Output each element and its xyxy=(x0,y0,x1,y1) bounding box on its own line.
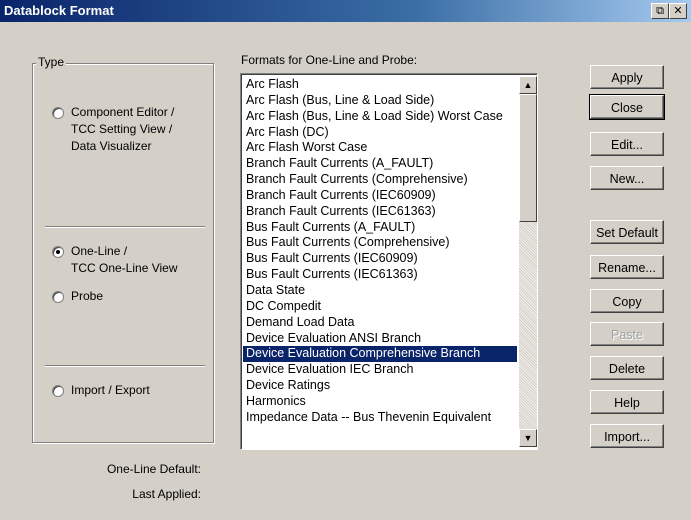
format-list-item[interactable]: Bus Fault Currents (IEC61363) xyxy=(243,267,517,283)
edit-button[interactable]: Edit... xyxy=(590,132,664,156)
format-list-item[interactable]: Device Evaluation ANSI Branch xyxy=(243,331,517,347)
radio-circle-icon xyxy=(52,385,64,397)
type-separator xyxy=(45,365,205,367)
radio-label-line: One-Line / xyxy=(71,244,128,258)
format-list-item[interactable]: Impedance Data -- Bus Thevenin Equivalen… xyxy=(243,410,517,426)
radio-label-line: TCC Setting View / xyxy=(71,122,173,136)
radio-circle-icon xyxy=(52,107,64,119)
format-list-item[interactable]: Bus Fault Currents (A_FAULT) xyxy=(243,220,517,236)
vertical-scrollbar[interactable]: ▲ ▼ xyxy=(519,76,537,447)
formats-list: Arc Flash Arc Flash (Bus, Line & Load Sid… xyxy=(243,77,517,426)
last-applied-label: Last Applied: xyxy=(132,487,201,501)
format-list-item[interactable]: Branch Fault Currents (Comprehensive) xyxy=(243,172,517,188)
format-list-item[interactable]: Arc Flash (DC) xyxy=(243,125,517,141)
type-separator xyxy=(45,226,205,228)
restore-icon[interactable]: ⧉ xyxy=(651,3,669,19)
radio-dot-icon xyxy=(56,250,60,254)
radio-one-line[interactable]: One-Line / TCC One-Line View xyxy=(52,243,178,277)
close-window-icon[interactable]: ✕ xyxy=(669,3,687,19)
formats-label: Formats for One-Line and Probe: xyxy=(241,53,418,67)
scroll-up-icon[interactable]: ▲ xyxy=(519,76,537,94)
radio-import-export[interactable]: Import / Export xyxy=(52,382,150,399)
format-list-item[interactable]: Device Evaluation IEC Branch xyxy=(243,362,517,378)
format-list-item[interactable]: Device Evaluation Comprehensive Branch xyxy=(243,346,517,363)
rename-button[interactable]: Rename... xyxy=(590,255,664,279)
radio-circle-icon xyxy=(52,291,64,303)
new-button[interactable]: New... xyxy=(590,166,664,190)
window-title: Datablock Format xyxy=(4,3,114,18)
format-list-item[interactable]: Branch Fault Currents (IEC61363) xyxy=(243,204,517,220)
paste-button: Paste xyxy=(590,322,664,346)
format-list-item[interactable]: Arc Flash xyxy=(243,77,517,93)
formats-listbox[interactable]: Arc Flash Arc Flash (Bus, Line & Load Sid… xyxy=(240,73,538,450)
radio-label-line: Data Visualizer xyxy=(71,139,152,153)
radio-label-line: TCC One-Line View xyxy=(71,261,178,275)
format-list-item[interactable]: Arc Flash Worst Case xyxy=(243,140,517,156)
format-list-item[interactable]: Bus Fault Currents (Comprehensive) xyxy=(243,235,517,251)
import-button[interactable]: Import... xyxy=(590,424,664,448)
scroll-thumb[interactable] xyxy=(519,94,537,222)
format-list-item[interactable]: Data State xyxy=(243,283,517,299)
radio-component-editor[interactable]: Component Editor / TCC Setting View / Da… xyxy=(52,104,174,155)
title-bar: Datablock Format ⧉ ✕ xyxy=(0,0,691,22)
radio-label-line: Import / Export xyxy=(71,383,150,397)
format-list-item[interactable]: Branch Fault Currents (A_FAULT) xyxy=(243,156,517,172)
format-list-item[interactable]: Device Ratings xyxy=(243,378,517,394)
radio-probe[interactable]: Probe xyxy=(52,288,103,305)
set-default-button[interactable]: Set Default xyxy=(590,220,664,244)
type-legend: Type xyxy=(36,55,67,69)
scroll-down-icon[interactable]: ▼ xyxy=(519,429,537,447)
format-list-item[interactable]: Branch Fault Currents (IEC60909) xyxy=(243,188,517,204)
format-list-item[interactable]: Arc Flash (Bus, Line & Load Side) xyxy=(243,93,517,109)
one-line-default-label: One-Line Default: xyxy=(106,462,201,476)
format-list-item[interactable]: Harmonics xyxy=(243,394,517,410)
radio-label-line: Probe xyxy=(71,289,104,303)
copy-button[interactable]: Copy xyxy=(590,289,664,313)
format-list-item[interactable]: DC Compedit xyxy=(243,299,517,315)
help-button[interactable]: Help xyxy=(590,390,664,414)
delete-button[interactable]: Delete xyxy=(590,356,664,380)
apply-button[interactable]: Apply xyxy=(590,65,664,89)
format-list-item[interactable]: Bus Fault Currents (IEC60909) xyxy=(243,251,517,267)
format-list-item[interactable]: Demand Load Data xyxy=(243,315,517,331)
radio-circle-icon xyxy=(52,246,64,258)
radio-label-line: Component Editor / xyxy=(71,105,175,119)
close-button[interactable]: Close xyxy=(589,94,665,120)
format-list-item[interactable]: Arc Flash (Bus, Line & Load Side) Worst … xyxy=(243,109,517,125)
